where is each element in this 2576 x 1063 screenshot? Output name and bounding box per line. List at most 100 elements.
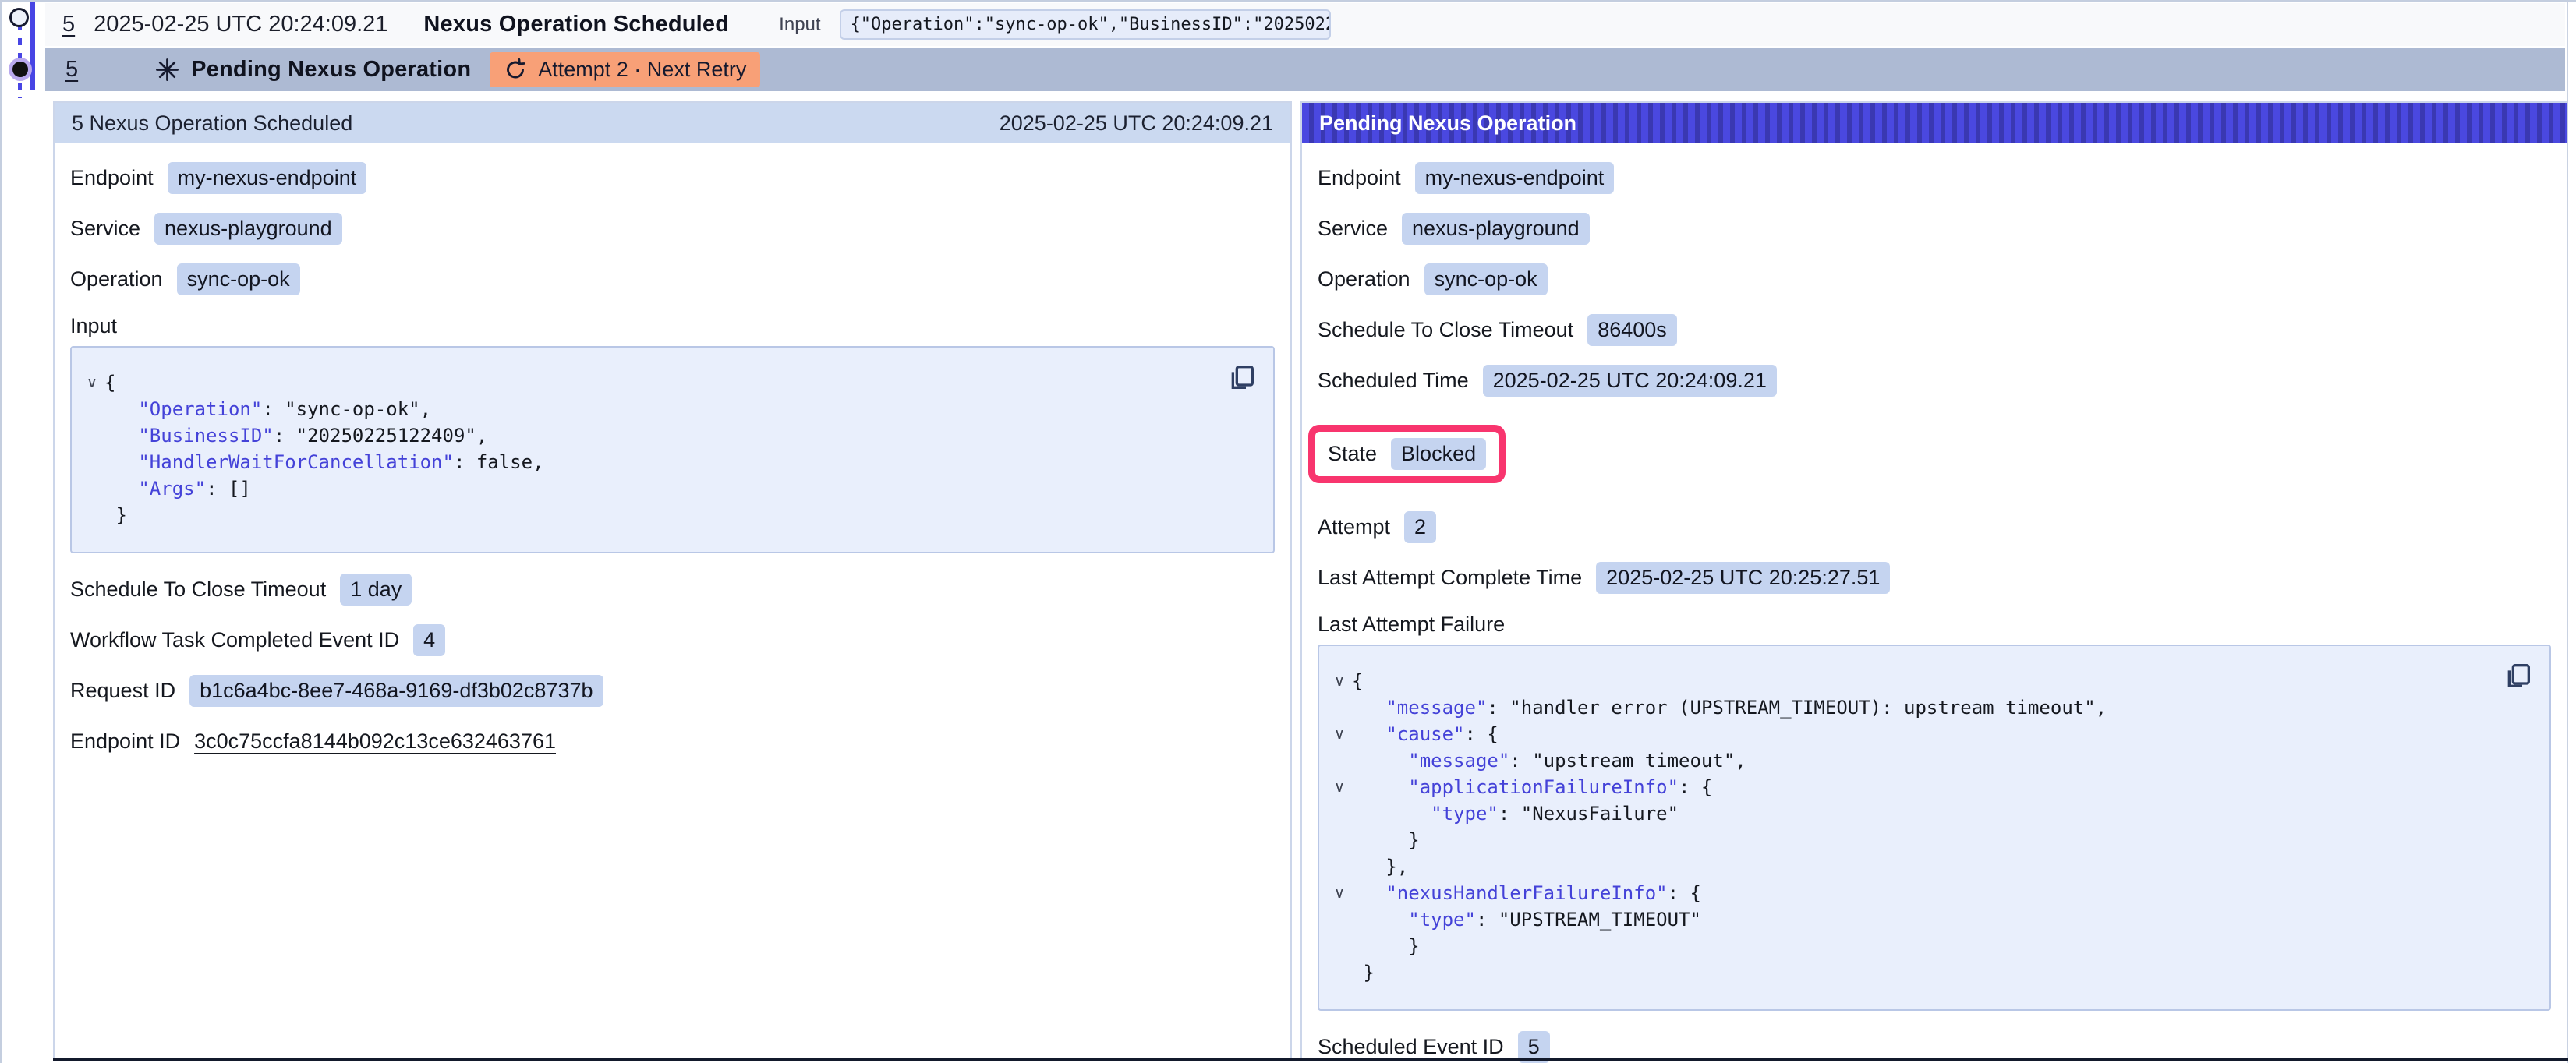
field-label: Endpoint ID <box>70 729 180 754</box>
code-line: ∨ "cause": { <box>1327 721 2535 747</box>
field-label: Endpoint <box>70 166 154 190</box>
event-time: 2025-02-25 UTC 20:24:09.21 <box>94 12 387 37</box>
scheduled-panel-time: 2025-02-25 UTC 20:24:09.21 <box>1000 111 1273 136</box>
event-row-scheduled[interactable]: 5 2025-02-25 UTC 20:24:09.21 Nexus Opera… <box>45 3 2565 46</box>
failure-section-label: Last Attempt Failure <box>1318 613 2551 637</box>
collapse-toggle-icon[interactable]: ∨ <box>1327 668 1352 694</box>
input-preview-chip[interactable]: {"Operation":"sync-op-ok","BusinessID":"… <box>840 9 1331 40</box>
code-line: ∨{ <box>1327 668 2535 694</box>
retry-badge-label: Attempt 2 · Next Retry <box>538 58 746 82</box>
asterisk-icon <box>154 57 180 83</box>
scrollbar-track[interactable] <box>2567 2 2576 1063</box>
field-label: Service <box>1318 217 1388 241</box>
field-value-chip: b1c6a4bc-8ee7-468a-9169-df3b02c8737b <box>189 675 603 707</box>
state-highlight-box: State Blocked <box>1308 425 1506 483</box>
field-value-chip: my-nexus-endpoint <box>168 162 367 194</box>
copy-icon[interactable] <box>2503 660 2534 693</box>
field-label: Operation <box>70 267 163 291</box>
scheduled-event-panel: 5 Nexus Operation Scheduled 2025-02-25 U… <box>53 101 1292 1060</box>
code-line: "type": "NexusFailure" <box>1327 800 2535 827</box>
field-value-chip: 2025-02-25 UTC 20:24:09.21 <box>1483 365 1777 397</box>
field-row-endpoint: Endpoint my-nexus-endpoint <box>70 162 1275 194</box>
field-label: Last Attempt Complete Time <box>1318 566 1582 590</box>
field-value-chip: 2 <box>1404 511 1436 543</box>
event-node-icon <box>9 8 29 27</box>
state-value-chip: Blocked <box>1391 438 1486 470</box>
timeline-dashed-line <box>18 23 22 98</box>
field-value-chip: nexus-playground <box>154 213 342 245</box>
field-value-chip: 2025-02-25 UTC 20:25:27.51 <box>1596 562 1890 594</box>
pending-id-link[interactable]: 5 <box>65 57 78 83</box>
field-row-schedule-to-close: Schedule To Close Timeout 86400s <box>1318 314 2551 346</box>
field-value-chip: 4 <box>413 624 445 656</box>
input-code-block: ∨{ "Operation": "sync-op-ok", "BusinessI… <box>70 346 1275 553</box>
field-value-chip: 1 day <box>340 574 412 606</box>
code-line: } <box>1327 933 2535 959</box>
pending-operation-row[interactable]: 5 Pending Nexus Operation Attempt 2 · Ne… <box>45 48 2565 91</box>
pending-node-icon <box>12 62 28 77</box>
endpoint-id-link[interactable]: 3c0c75ccfa8144b092c13ce632463761 <box>194 729 556 754</box>
field-label: Scheduled Time <box>1318 369 1469 393</box>
field-row-service: Service nexus-playground <box>1318 213 2551 245</box>
field-value-chip: 86400s <box>1587 314 1677 346</box>
collapse-toggle-icon[interactable]: ∨ <box>1327 880 1352 906</box>
collapse-toggle-icon[interactable]: ∨ <box>1327 721 1352 747</box>
code-line: "Args": [] <box>80 475 1259 502</box>
field-label: Service <box>70 217 140 241</box>
field-row-last-attempt-complete: Last Attempt Complete Time 2025-02-25 UT… <box>1318 562 2551 594</box>
copy-icon[interactable] <box>1226 362 1258 394</box>
code-line: "BusinessID": "20250225122409", <box>80 422 1259 449</box>
field-row-operation: Operation sync-op-ok <box>70 263 1275 295</box>
timeline-active-bar <box>30 2 35 90</box>
field-row-schedule-to-close: Schedule To Close Timeout 1 day <box>70 574 1275 606</box>
pending-title: Pending Nexus Operation <box>191 57 471 83</box>
field-label: Attempt <box>1318 515 1390 539</box>
field-label: Scheduled Event ID <box>1318 1035 1504 1059</box>
field-value-chip: my-nexus-endpoint <box>1415 162 1615 194</box>
code-line: "message": "upstream timeout", <box>1327 747 2535 774</box>
collapse-toggle-icon[interactable]: ∨ <box>1327 774 1352 800</box>
field-label: Workflow Task Completed Event ID <box>70 628 399 652</box>
field-value-chip: sync-op-ok <box>1424 263 1548 295</box>
code-line: ∨{ <box>80 369 1259 396</box>
field-row-operation: Operation sync-op-ok <box>1318 263 2551 295</box>
field-row-endpoint-id: Endpoint ID 3c0c75ccfa8144b092c13ce63246… <box>70 726 1275 757</box>
code-line: } <box>80 502 1259 528</box>
field-label: Endpoint <box>1318 166 1401 190</box>
field-row-wft-completed-id: Workflow Task Completed Event ID 4 <box>70 624 1275 656</box>
field-row-attempt: Attempt 2 <box>1318 511 2551 543</box>
code-line: }, <box>1327 853 2535 880</box>
code-line: ∨ "nexusHandlerFailureInfo": { <box>1327 880 2535 906</box>
code-line: } <box>1327 827 2535 853</box>
field-label: Schedule To Close Timeout <box>1318 318 1573 342</box>
field-label: State <box>1328 442 1377 466</box>
code-line: "message": "handler error (UPSTREAM_TIME… <box>1327 694 2535 721</box>
field-label: Schedule To Close Timeout <box>70 577 326 602</box>
field-value-chip: nexus-playground <box>1402 213 1590 245</box>
pending-operation-panel: Pending Nexus Operation Endpoint my-nexu… <box>1300 101 2568 1060</box>
failure-code-block: ∨{ "message": "handler error (UPSTREAM_T… <box>1318 645 2551 1011</box>
retry-icon <box>504 58 527 81</box>
code-line: ∨ "applicationFailureInfo": { <box>1327 774 2535 800</box>
event-title: Nexus Operation Scheduled <box>423 12 729 37</box>
field-value-chip: sync-op-ok <box>177 263 300 295</box>
field-row-service: Service nexus-playground <box>70 213 1275 245</box>
event-history-view: 5 2025-02-25 UTC 20:24:09.21 Nexus Opera… <box>0 0 2576 1063</box>
field-label: Request ID <box>70 679 175 703</box>
field-label: Operation <box>1318 267 1410 291</box>
section-bottom-border <box>53 1058 2568 1061</box>
pending-panel-title: Pending Nexus Operation <box>1319 111 1576 136</box>
pending-panel-header: Pending Nexus Operation <box>1302 103 2567 143</box>
scheduled-panel-title: 5 Nexus Operation Scheduled <box>72 111 352 136</box>
input-section-label: Input <box>70 314 1275 338</box>
field-row-scheduled-time: Scheduled Time 2025-02-25 UTC 20:24:09.2… <box>1318 365 2551 397</box>
field-row-endpoint: Endpoint my-nexus-endpoint <box>1318 162 2551 194</box>
code-line: "Operation": "sync-op-ok", <box>80 396 1259 422</box>
code-line: "type": "UPSTREAM_TIMEOUT" <box>1327 906 2535 933</box>
field-row-request-id: Request ID b1c6a4bc-8ee7-468a-9169-df3b0… <box>70 675 1275 707</box>
collapse-toggle-icon[interactable]: ∨ <box>80 369 104 396</box>
event-id-link[interactable]: 5 <box>62 12 75 37</box>
input-label: Input <box>779 14 820 36</box>
code-line: "HandlerWaitForCancellation": false, <box>80 449 1259 475</box>
event-detail-section: 5 Nexus Operation Scheduled 2025-02-25 U… <box>53 101 2568 1060</box>
